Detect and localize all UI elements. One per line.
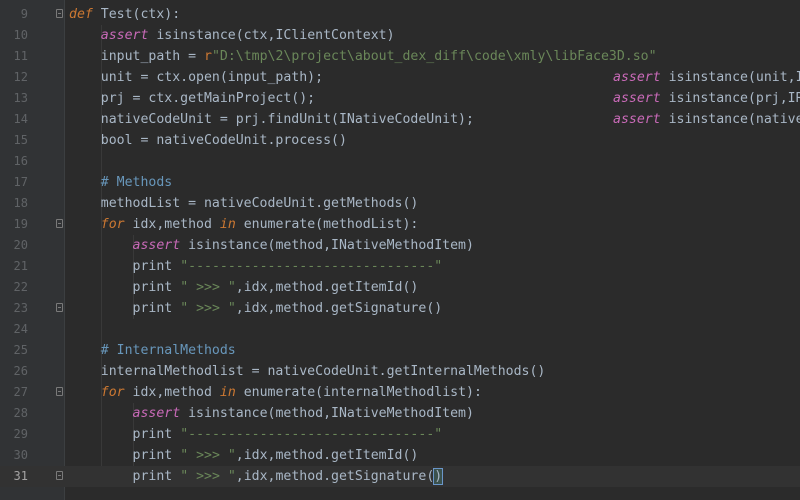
- line-number: 24: [13, 322, 28, 336]
- line-number: 9: [20, 7, 28, 21]
- code-line[interactable]: 12 unit = ctx.open(input_path); assert is…: [0, 67, 800, 88]
- code-editor[interactable]: 9 def Test(ctx): 10 assert isinstance(ctx,…: [0, 0, 800, 500]
- code-text: print " >>> ",idx,method.getItemId(): [132, 280, 419, 295]
- code-text: methodList = nativeCodeUnit.getMethods(): [69, 196, 419, 211]
- code-line[interactable]: 16: [0, 151, 800, 172]
- line-number: 11: [13, 49, 28, 63]
- code-text: bool = nativeCodeUnit.process(): [69, 133, 347, 148]
- code-text: print " >>> ",idx,method.getSignature(): [132, 301, 443, 316]
- code-text: # Methods: [100, 175, 173, 190]
- code-text: print "-------------------------------": [132, 259, 443, 274]
- line-number: 19: [13, 217, 28, 231]
- line-number: 15: [13, 133, 28, 147]
- code-text: for idx,method in enumerate(internalMeth…: [100, 385, 482, 400]
- line-number: 30: [13, 448, 28, 462]
- code-text: input_path = r"D:\tmp\2\project\about_de…: [69, 49, 657, 64]
- line-number: 12: [13, 70, 28, 84]
- line-number: 25: [13, 343, 28, 357]
- code-text: print "-------------------------------": [132, 427, 443, 442]
- code-text: print " >>> ",idx,method.getSignature(): [132, 468, 444, 485]
- code-text: print " >>> ",idx,method.getItemId(): [132, 448, 419, 463]
- code-line[interactable]: 21 print "------------------------------…: [0, 256, 800, 277]
- code-line[interactable]: 11 input_path = r"D:\tmp\2\project\about…: [0, 46, 800, 67]
- code-line[interactable]: 19 for idx,method in enumerate(methodLis…: [0, 214, 800, 235]
- code-text: prj = ctx.getMainProject();: [69, 91, 316, 106]
- line-number: 10: [13, 28, 28, 42]
- fold-toggle-icon[interactable]: [56, 471, 63, 480]
- code-text: for idx,method in enumerate(methodList):: [100, 217, 419, 232]
- code-text-overflow: assert isinstance(prj,IR: [613, 91, 800, 106]
- code-text: def Test(ctx):: [69, 7, 181, 22]
- code-line[interactable]: 27 for idx,method in enumerate(internalM…: [0, 382, 800, 403]
- fold-toggle-icon[interactable]: [56, 219, 63, 228]
- code-line[interactable]: 22 print " >>> ",idx,method.getItemId(): [0, 277, 800, 298]
- line-number: 17: [13, 175, 28, 189]
- code-text-overflow: assert isinstance(unit,I: [613, 70, 800, 85]
- line-number: 13: [13, 91, 28, 105]
- line-number: 23: [13, 301, 28, 315]
- line-number: 29: [13, 427, 28, 441]
- code-text: # InternalMethods: [100, 343, 236, 358]
- line-number: 14: [13, 112, 28, 126]
- code-line[interactable]: 9 def Test(ctx):: [0, 4, 800, 25]
- code-text: assert isinstance(method,INativeMethodIt…: [132, 406, 474, 421]
- line-number: 20: [13, 238, 28, 252]
- code-line[interactable]: 18 methodList = nativeCodeUnit.getMethod…: [0, 193, 800, 214]
- code-text: assert isinstance(ctx,IClientContext): [100, 28, 395, 43]
- code-line[interactable]: 17 # Methods: [0, 172, 800, 193]
- code-line[interactable]: 24: [0, 319, 800, 340]
- code-line[interactable]: 20 assert isinstance(method,INativeMetho…: [0, 235, 800, 256]
- line-number: 22: [13, 280, 28, 294]
- code-text: assert isinstance(method,INativeMethodIt…: [132, 238, 474, 253]
- code-line[interactable]: 15 bool = nativeCodeUnit.process(): [0, 130, 800, 151]
- code-line[interactable]: 31 print " >>> ",idx,method.getSignature…: [0, 466, 800, 487]
- line-number: 28: [13, 406, 28, 420]
- code-line[interactable]: 23 print " >>> ",idx,method.getSignature…: [0, 298, 800, 319]
- code-line[interactable]: 29 print "------------------------------…: [0, 424, 800, 445]
- code-text: unit = ctx.open(input_path);: [69, 70, 324, 85]
- code-line[interactable]: 26 internalMethodlist = nativeCodeUnit.g…: [0, 361, 800, 382]
- code-line[interactable]: 14 nativeCodeUnit = prj.findUnit(INative…: [0, 109, 800, 130]
- code-line[interactable]: 13 prj = ctx.getMainProject(); assert isi…: [0, 88, 800, 109]
- code-line[interactable]: 28 assert isinstance(method,INativeMetho…: [0, 403, 800, 424]
- code-line[interactable]: 10 assert isinstance(ctx,IClientContext): [0, 25, 800, 46]
- code-text: nativeCodeUnit = prj.findUnit(INativeCod…: [69, 112, 474, 127]
- line-number: 31: [13, 469, 28, 483]
- line-number: 16: [13, 154, 28, 168]
- code-text-overflow: assert isinstance(native: [613, 112, 800, 127]
- fold-toggle-icon[interactable]: [56, 9, 63, 18]
- code-line[interactable]: 30 print " >>> ",idx,method.getItemId(): [0, 445, 800, 466]
- fold-toggle-icon[interactable]: [56, 303, 63, 312]
- line-number: 27: [13, 385, 28, 399]
- line-number: 26: [13, 364, 28, 378]
- line-number: 21: [13, 259, 28, 273]
- code-line[interactable]: 25 # InternalMethods: [0, 340, 800, 361]
- code-text: internalMethodlist = nativeCodeUnit.getI…: [69, 364, 546, 379]
- line-number: 18: [13, 196, 28, 210]
- fold-toggle-icon[interactable]: [56, 387, 63, 396]
